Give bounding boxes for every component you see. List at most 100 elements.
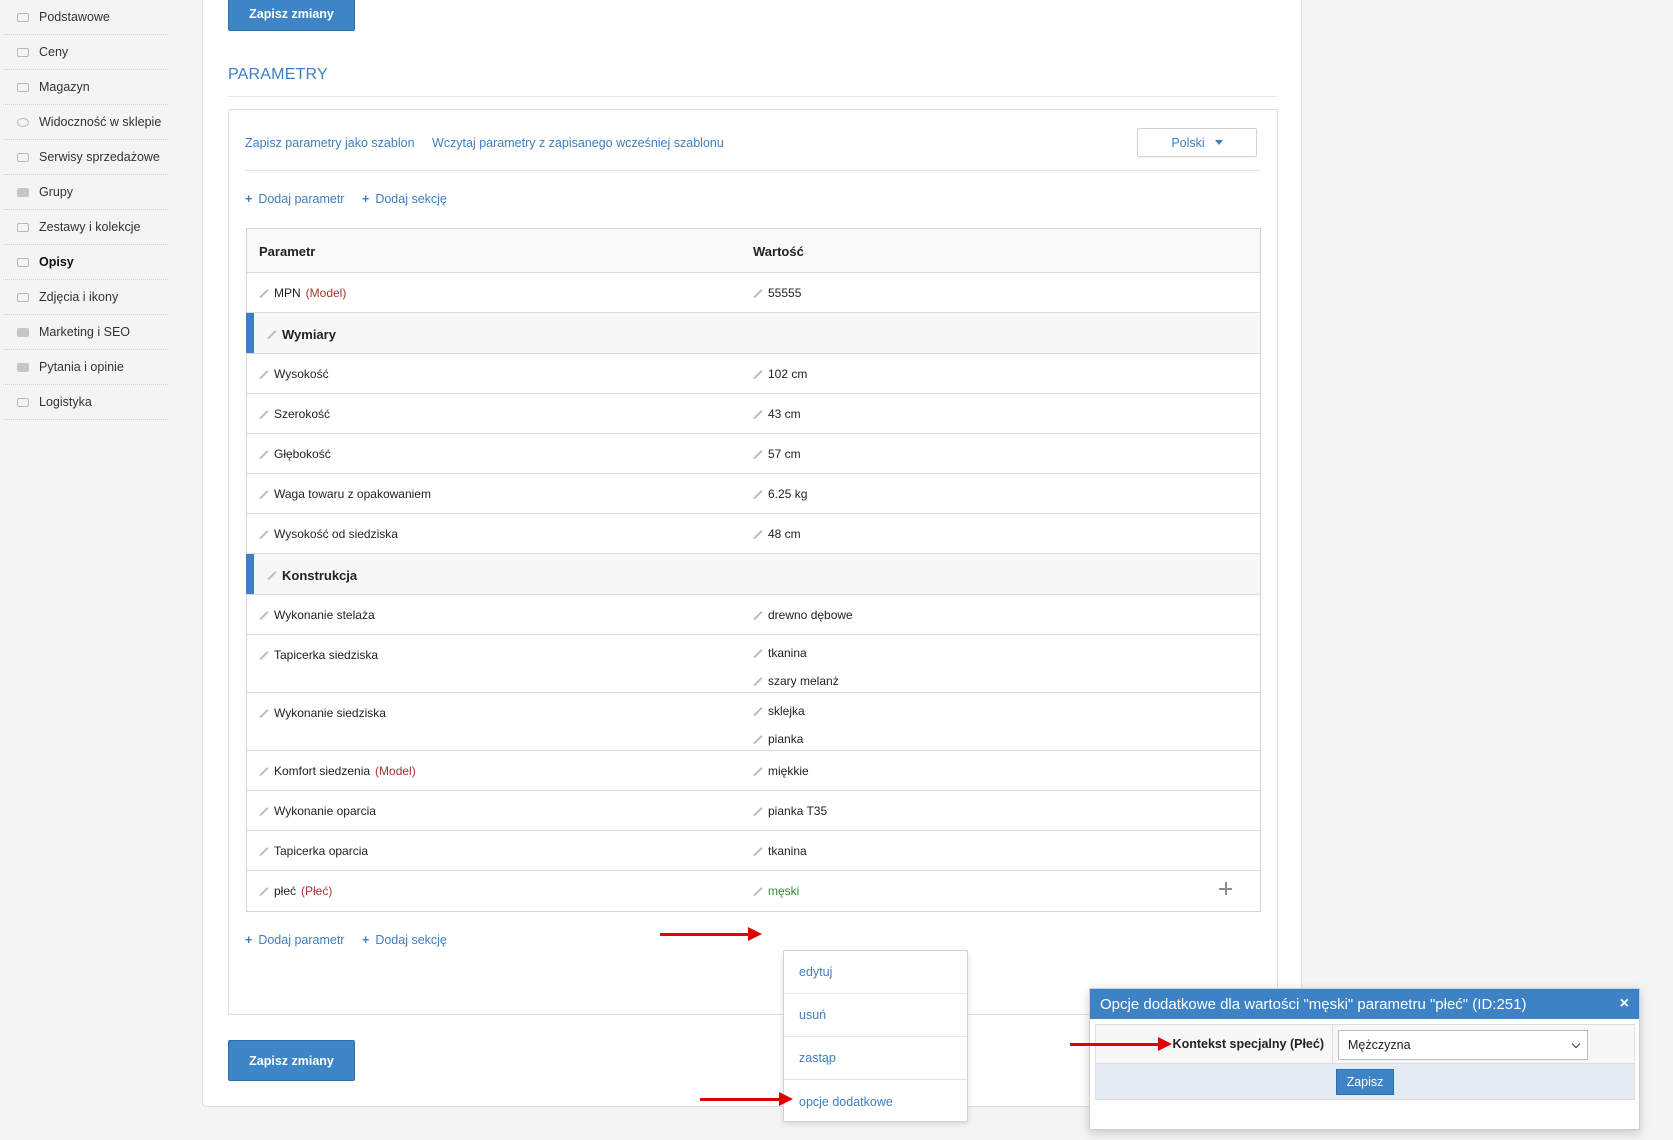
param-value[interactable]: tkanina (753, 844, 1260, 858)
section-cell: Wymiary (247, 313, 753, 353)
value-cell: 48 cm (753, 514, 1260, 553)
pencil-icon (753, 807, 762, 816)
annotation-arrow-value (660, 927, 762, 941)
pencil-icon (753, 677, 762, 686)
param-value[interactable]: męski (753, 884, 1260, 898)
param-cell: Wysokość (247, 354, 753, 393)
pencil-icon (259, 611, 268, 620)
load-template-link[interactable]: Wczytaj parametry z zapisanego wcześniej… (432, 136, 724, 150)
save-template-link[interactable]: Zapisz parametry jako szablon (245, 136, 415, 150)
sidebar-item-label: Serwisy sprzedażowe (39, 150, 160, 164)
pencil-icon (259, 370, 268, 379)
param-name[interactable]: Tapicerka siedziska (259, 648, 378, 662)
value-cell: pianka T35 (753, 791, 1260, 830)
param-name[interactable]: Głębokość (259, 447, 331, 461)
sidebar-item-4[interactable]: Widoczność w sklepie (3, 105, 168, 140)
language-label: Polski (1171, 135, 1205, 150)
sidebar-item-1[interactable]: Podstawowe (3, 0, 168, 35)
param-tag: (Model) (375, 764, 416, 778)
add-parameter-link-bottom[interactable]: + Dodaj parametr (245, 933, 344, 947)
table-row: Tapicerka oparcia tkanina (247, 831, 1260, 871)
language-dropdown[interactable]: Polski (1137, 128, 1257, 157)
special-context-select[interactable]: Mężczyzna (1338, 1030, 1588, 1060)
param-value[interactable]: 6.25 kg (753, 487, 1260, 501)
param-value[interactable]: 57 cm (753, 447, 1260, 461)
pencil-icon (753, 649, 762, 658)
param-name[interactable]: Wykonanie stelaża (259, 608, 375, 622)
value-cell: sklejka pianka (753, 693, 1260, 750)
close-icon[interactable]: × (1620, 995, 1629, 1013)
sidebar-item-6[interactable]: Grupy (3, 175, 168, 210)
param-value[interactable]: drewno dębowe (753, 608, 1260, 622)
param-value[interactable]: sklejka (753, 697, 1260, 725)
context-menu-item[interactable]: opcje dodatkowe (784, 1080, 967, 1123)
sidebar-item-2[interactable]: Ceny (3, 35, 168, 70)
section-name[interactable]: Konstrukcja (267, 568, 357, 583)
sidebar-item-8[interactable]: Opisy (3, 245, 168, 280)
tag-icon (17, 47, 29, 57)
section-name[interactable]: Wymiary (267, 327, 336, 342)
sidebar-item-9[interactable]: Zdjęcia i ikony (3, 280, 168, 315)
param-value[interactable]: 55555 (753, 286, 1260, 300)
param-cell: Waga towaru z opakowaniem (247, 474, 753, 513)
param-name[interactable]: Wykonanie siedziska (259, 706, 386, 720)
save-changes-button-top[interactable]: Zapisz zmiany (228, 0, 355, 31)
param-value[interactable]: 48 cm (753, 527, 1260, 541)
sidebar-item-5[interactable]: Serwisy sprzedażowe (3, 140, 168, 175)
value-label: pianka T35 (768, 804, 828, 818)
save-changes-button-bottom[interactable]: Zapisz zmiany (228, 1040, 355, 1081)
extra-options-dialog: Opcje dodatkowe dla wartości "męski" par… (1089, 988, 1640, 1130)
add-parameter-link-top[interactable]: + Dodaj parametr (245, 192, 344, 206)
context-menu-item[interactable]: usuń (784, 994, 967, 1037)
value-label: 55555 (768, 286, 802, 300)
param-value[interactable]: 102 cm (753, 367, 1260, 381)
param-label: Tapicerka oparcia (274, 844, 369, 858)
sidebar-item-12[interactable]: Logistyka (3, 385, 168, 420)
param-value[interactable]: szary melanż (753, 667, 1260, 695)
table-row: Wysokość 102 cm (247, 354, 1260, 394)
context-menu-item[interactable]: zastąp (784, 1037, 967, 1080)
table-row: Tapicerka siedziska tkanina szary melanż (247, 635, 1260, 693)
sidebar-item-7[interactable]: Zestawy i kolekcje (3, 210, 168, 245)
pencil-icon (753, 707, 762, 716)
context-menu-item[interactable]: edytuj (784, 951, 967, 994)
add-section-link-top[interactable]: + Dodaj sekcję (362, 192, 447, 206)
sidebar-item-10[interactable]: Marketing i SEO (3, 315, 168, 350)
caret-down-icon (1214, 140, 1223, 145)
param-name[interactable]: Tapicerka oparcia (259, 844, 368, 858)
header-param: Parametr (259, 244, 316, 259)
param-value[interactable]: tkanina (753, 639, 1260, 667)
param-name[interactable]: Szerokość (259, 407, 330, 421)
select-value: Mężczyzna (1348, 1038, 1411, 1052)
param-name[interactable]: Waga towaru z opakowaniem (259, 487, 431, 501)
param-name[interactable]: Wykonanie oparcia (259, 804, 376, 818)
param-label: Wykonanie stelaża (274, 608, 375, 622)
sidebar-item-3[interactable]: Magazyn (3, 70, 168, 105)
param-cell: Wykonanie stelaża (247, 595, 753, 634)
param-value[interactable]: 43 cm (753, 407, 1260, 421)
camera-icon (17, 292, 29, 302)
chevron-down-icon (1571, 1039, 1581, 1049)
param-name[interactable]: MPN (Model) (259, 286, 346, 300)
param-name[interactable]: płeć (Płeć) (259, 884, 332, 898)
param-value[interactable]: pianka (753, 725, 1260, 753)
section-row: Konstrukcja (246, 554, 1260, 595)
value-label: 48 cm (768, 527, 801, 541)
param-name[interactable]: Komfort siedzenia (Model) (259, 764, 416, 778)
warehouse-icon (17, 82, 29, 92)
move-icon[interactable] (1219, 882, 1232, 895)
param-name[interactable]: Wysokość (259, 367, 329, 381)
sidebar-item-11[interactable]: Pytania i opinie (3, 350, 168, 385)
param-value[interactable]: pianka T35 (753, 804, 1260, 818)
param-value[interactable]: miękkie (753, 764, 1260, 778)
sidebar-item-label: Zdjęcia i ikony (39, 290, 119, 304)
param-name[interactable]: Wysokość od siedziska (259, 527, 398, 541)
dialog-save-button[interactable]: Zapisz (1336, 1069, 1394, 1095)
add-section-link-bottom[interactable]: + Dodaj sekcję (362, 933, 447, 947)
list-icon (17, 257, 29, 267)
value-label: 102 cm (768, 367, 808, 381)
divider (228, 96, 1277, 97)
param-tag: (Płeć) (301, 884, 333, 898)
param-cell: MPN (Model) (247, 273, 753, 312)
value-cell: 55555 (753, 273, 1260, 312)
